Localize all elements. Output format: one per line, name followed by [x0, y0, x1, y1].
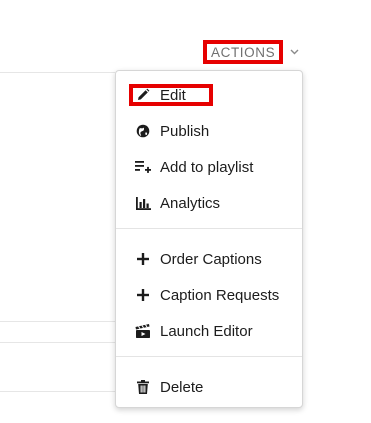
- menu-item-publish[interactable]: Publish: [116, 116, 302, 146]
- actions-label: Actions: [203, 40, 284, 64]
- menu-item-delete[interactable]: Delete: [116, 372, 302, 402]
- table-row-divider: [0, 342, 115, 343]
- playlist-add-icon: [135, 160, 151, 174]
- plus-icon: [135, 252, 151, 266]
- menu-item-label: Delete: [160, 378, 204, 396]
- clapperboard-icon: [135, 324, 151, 338]
- plus-icon: [135, 288, 151, 302]
- page: Actions Edit Publish: [0, 0, 371, 423]
- menu-item-order-captions[interactable]: Order Captions: [116, 244, 302, 274]
- menu-item-launch-editor[interactable]: Launch Editor: [116, 316, 302, 346]
- menu-divider: [116, 356, 302, 357]
- edit-highlight-box: [129, 84, 213, 106]
- menu-item-add-to-playlist[interactable]: Add to playlist: [116, 152, 302, 182]
- table-row-divider: [0, 321, 115, 322]
- menu-item-label: Add to playlist: [160, 158, 254, 176]
- bar-chart-icon: [135, 196, 151, 210]
- menu-item-label: Caption Requests: [160, 286, 280, 304]
- trash-icon: [135, 380, 151, 394]
- globe-icon: [135, 124, 151, 138]
- menu-item-label: Publish: [160, 122, 210, 140]
- menu-item-analytics[interactable]: Analytics: [116, 188, 302, 218]
- actions-menu: Edit Publish Add to playlist Analytics O…: [115, 70, 303, 408]
- menu-item-label: Analytics: [160, 194, 221, 212]
- menu-item-label: Order Captions: [160, 250, 262, 268]
- table-row-divider: [0, 391, 115, 392]
- menu-item-label: Launch Editor: [160, 322, 253, 340]
- chevron-down-icon: [289, 47, 299, 57]
- actions-dropdown-toggle[interactable]: Actions: [203, 40, 299, 64]
- menu-item-caption-requests[interactable]: Caption Requests: [116, 280, 302, 310]
- content-divider: [0, 72, 115, 73]
- menu-divider: [116, 228, 302, 229]
